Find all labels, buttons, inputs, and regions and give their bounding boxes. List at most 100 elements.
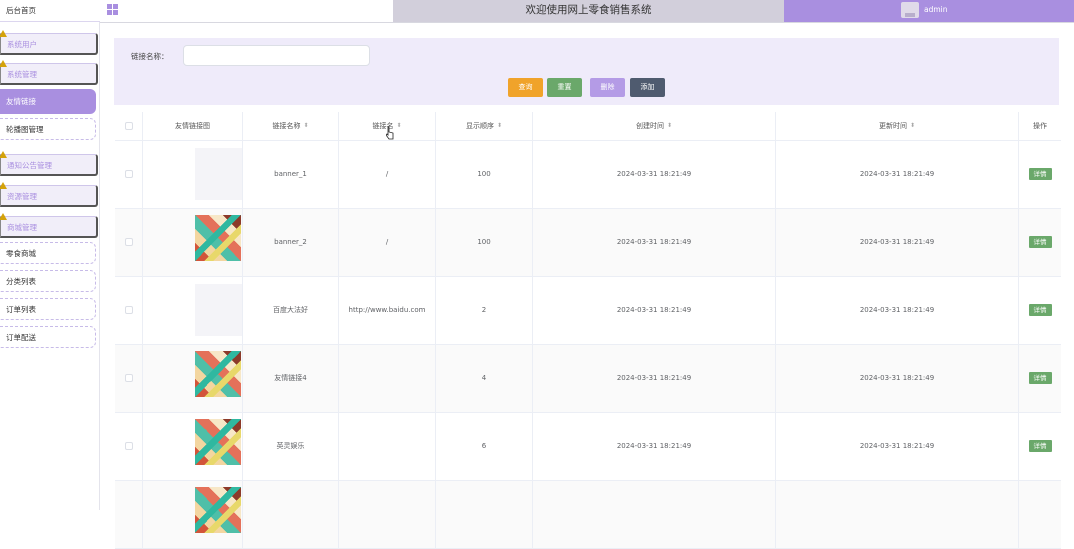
link-image: [195, 351, 241, 397]
column-header-sortable[interactable]: 更新时间 ⬍: [776, 112, 1019, 141]
link-image: [195, 487, 241, 533]
sort-icon[interactable]: ⬍: [303, 123, 308, 129]
link-image-cell: [143, 481, 243, 549]
cell-url: http://www.baidu.com: [339, 277, 436, 345]
cell-updated: 2024-03-31 18:21:49: [776, 277, 1019, 345]
reset-button[interactable]: 重置: [547, 78, 582, 97]
sidebar-item-mall[interactable]: 商城管理: [0, 213, 98, 238]
row-select-cell: [115, 209, 143, 277]
column-header-sortable[interactable]: 链接名称 ⬍: [243, 112, 339, 141]
sidebar-item-orders[interactable]: 订单列表: [0, 298, 96, 320]
cell-url: [339, 481, 436, 549]
table-row: 英灵娱乐 6 2024-03-31 18:21:49 2024-03-31 18:21…: [115, 413, 1061, 481]
sort-icon[interactable]: ⬍: [910, 123, 915, 129]
column-header: 友情链接图: [143, 112, 243, 141]
row-checkbox[interactable]: [124, 170, 133, 178]
details-button[interactable]: 详情: [1028, 372, 1052, 384]
avatar-icon[interactable]: [901, 2, 919, 18]
sidebar-item-home[interactable]: 后台首页: [0, 0, 100, 22]
add-button[interactable]: 添加: [630, 78, 665, 97]
top-bar: 欢迎使用网上零食销售系统 admin: [100, 0, 1074, 23]
cell-created: 2024-03-31 18:21:49: [533, 141, 776, 209]
table-header: 友情链接图 链接名称 ⬍ 链接名 ⬍ 显示顺序 ⬍ 创建时间 ⬍ 更新时间 ⬍ 操作: [115, 112, 1061, 141]
table-row: [115, 481, 1061, 549]
action-cell: 详情: [1019, 345, 1061, 413]
cell-created: 2024-03-31 18:21:49: [533, 345, 776, 413]
delete-button[interactable]: 删除: [590, 78, 625, 97]
column-label: 更新时间: [878, 122, 907, 130]
column-header-sortable[interactable]: 显示顺序 ⬍: [436, 112, 533, 141]
sidebar-item-label: 通知公告管理: [7, 161, 52, 170]
cell-updated: 2024-03-31 18:21:49: [776, 345, 1019, 413]
cell-created: 2024-03-31 18:21:49: [533, 413, 776, 481]
sidebar-item-label: 系统用户: [7, 40, 37, 49]
flag-icon: [0, 182, 7, 189]
cell-updated: 2024-03-31 18:21:49: [776, 141, 1019, 209]
cell-name: 百度大法好: [243, 277, 339, 345]
sidebar-item-delivery[interactable]: 订单配送: [0, 326, 96, 348]
cell-order: [436, 481, 533, 549]
sort-icon[interactable]: ⬍: [667, 123, 672, 129]
cell-name: banner_2: [243, 209, 339, 277]
flag-icon: [0, 60, 7, 67]
cell-updated: 2024-03-31 18:21:49: [776, 209, 1019, 277]
menu-grid-icon[interactable]: [107, 4, 119, 16]
row-checkbox[interactable]: [124, 442, 133, 450]
link-image: [195, 215, 241, 261]
details-button[interactable]: 详情: [1028, 440, 1052, 452]
row-select-cell: [115, 413, 143, 481]
cell-order: 6: [436, 413, 533, 481]
cell-order: 2: [436, 277, 533, 345]
cell-order: 100: [436, 209, 533, 277]
cell-updated: [776, 481, 1019, 549]
cell-url: [339, 413, 436, 481]
sidebar-item-categories[interactable]: 分类列表: [0, 270, 96, 292]
sidebar-item-system-management[interactable]: 系统管理: [0, 60, 98, 85]
cell-url: /: [339, 141, 436, 209]
link-image-cell: [143, 209, 243, 277]
cell-name: 英灵娱乐: [243, 413, 339, 481]
cell-name: [243, 481, 339, 549]
row-select-cell: [115, 141, 143, 209]
row-checkbox[interactable]: [124, 306, 133, 314]
row-select-cell: [115, 277, 143, 345]
action-cell: 详情: [1019, 141, 1061, 209]
sidebar-item-notices[interactable]: 通知公告管理: [0, 151, 98, 176]
sidebar-item-label: 系统管理: [7, 70, 37, 79]
details-button[interactable]: 详情: [1028, 304, 1052, 316]
sort-icon[interactable]: ⬍: [497, 123, 502, 129]
sidebar-item-system-users[interactable]: 系统用户: [0, 30, 98, 55]
action-cell: 详情: [1019, 209, 1061, 277]
select-all-checkbox[interactable]: [124, 122, 133, 130]
details-button[interactable]: 详情: [1028, 168, 1052, 180]
sidebar-item-label: 资源管理: [7, 192, 37, 201]
user-area[interactable]: admin: [784, 0, 1074, 22]
sidebar-item-carousel[interactable]: 轮播图管理: [0, 118, 96, 140]
row-select-cell: [115, 345, 143, 413]
link-image: [195, 148, 242, 200]
search-input[interactable]: [183, 45, 370, 66]
cell-name: banner_1: [243, 141, 339, 209]
details-button[interactable]: 详情: [1028, 236, 1052, 248]
column-label: 链接名称: [272, 122, 301, 130]
action-cell: 详情: [1019, 413, 1061, 481]
column-label: 创建时间: [635, 122, 664, 130]
row-checkbox[interactable]: [124, 374, 133, 382]
sort-icon[interactable]: ⬍: [396, 123, 401, 129]
query-button[interactable]: 查询: [508, 78, 543, 97]
column-header-sortable[interactable]: 创建时间 ⬍: [533, 112, 776, 141]
cell-url: /: [339, 209, 436, 277]
sidebar-item-snack-store[interactable]: 零食商城: [0, 242, 96, 264]
sidebar: 后台首页 系统用户 系统管理 友情链接 轮播图管理 通知公告管理 资源管理 商城…: [0, 0, 100, 510]
row-select-cell: [115, 481, 143, 549]
app-title: 欢迎使用网上零食销售系统: [393, 0, 784, 22]
link-image-cell: [143, 413, 243, 481]
mouse-cursor-icon: [386, 126, 394, 140]
flag-icon: [0, 213, 7, 220]
cell-created: 2024-03-31 18:21:49: [533, 209, 776, 277]
sidebar-item-friend-links[interactable]: 友情链接: [0, 89, 96, 114]
search-label: 链接名称：: [131, 52, 169, 61]
sidebar-item-resources[interactable]: 资源管理: [0, 182, 98, 207]
row-checkbox[interactable]: [124, 238, 133, 246]
user-name[interactable]: admin: [924, 0, 948, 20]
